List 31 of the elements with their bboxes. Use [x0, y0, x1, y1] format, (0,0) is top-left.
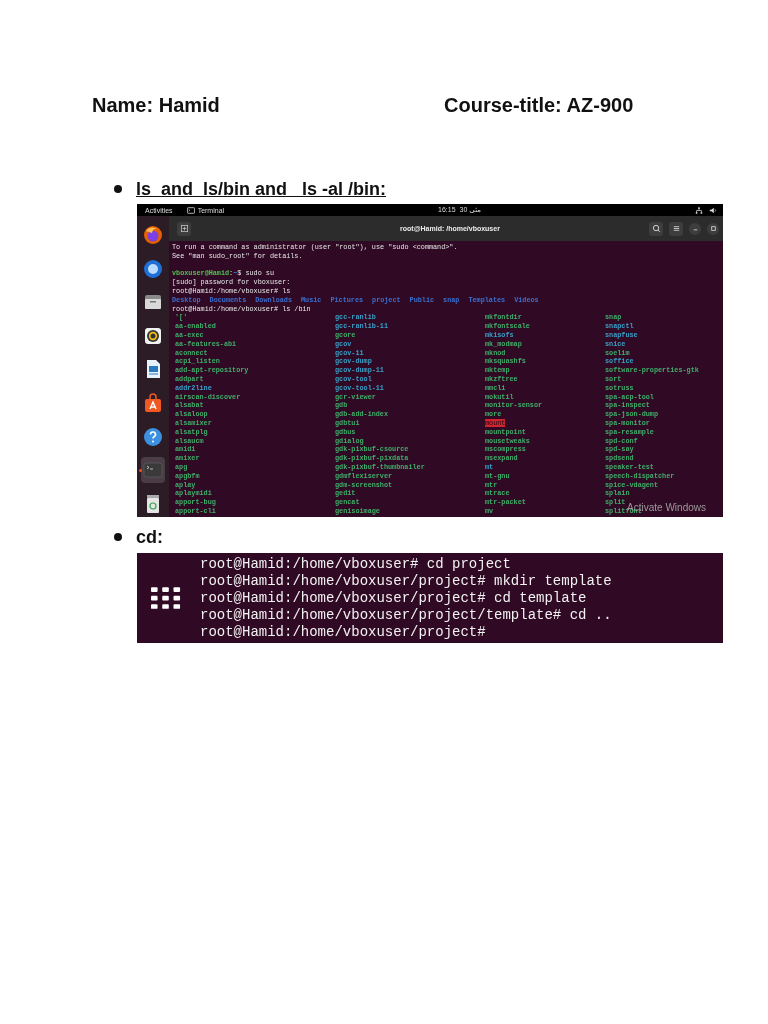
- menu-button[interactable]: [669, 221, 683, 236]
- student-name: Name: Hamid: [92, 94, 221, 117]
- terminal-text: root@Hamid:/home/vboxuser/project/template# cd ..: [200, 606, 612, 624]
- speaker-icon: [143, 325, 163, 346]
- bullet-icon: [114, 185, 122, 193]
- terminal-text: root@Hamid:/home/vboxuser/project# cd template: [200, 589, 588, 607]
- volume-icon[interactable]: [709, 206, 717, 214]
- running-indicator-icon: [139, 469, 142, 473]
- app-grid-icon: [151, 586, 181, 610]
- minimize-button[interactable]: [689, 222, 701, 235]
- network-icon[interactable]: [695, 206, 703, 214]
- section-heading: cd:: [136, 526, 163, 548]
- menu-icon: [671, 224, 681, 233]
- course-title: Course-title: AZ-900: [444, 94, 634, 117]
- maximize-button[interactable]: [707, 222, 719, 235]
- terminal-icon: [186, 206, 195, 214]
- new-tab-button[interactable]: [177, 221, 191, 236]
- help-icon: [143, 426, 163, 447]
- terminal-text: root@Hamid:/home/vboxuser/project# mkdir template: [200, 572, 612, 590]
- terminal-text: root@Hamid:/home/vboxuser# cd project: [200, 555, 512, 573]
- terminal-text: root@Hamid:/home/vboxuser/project#: [200, 623, 487, 641]
- terminal-icon: [143, 460, 163, 481]
- new-tab-icon: [179, 224, 189, 233]
- fox-globe-icon: [143, 225, 163, 246]
- bird-globe-icon: [143, 258, 163, 279]
- search-icon: [651, 224, 661, 233]
- search-button[interactable]: [649, 221, 663, 236]
- maximize-icon: [708, 224, 718, 233]
- bullet-icon: [114, 533, 122, 541]
- section-heading: ls and ls/bin and ls -al /bin:: [136, 178, 387, 200]
- shopping-bag-icon: [143, 393, 163, 414]
